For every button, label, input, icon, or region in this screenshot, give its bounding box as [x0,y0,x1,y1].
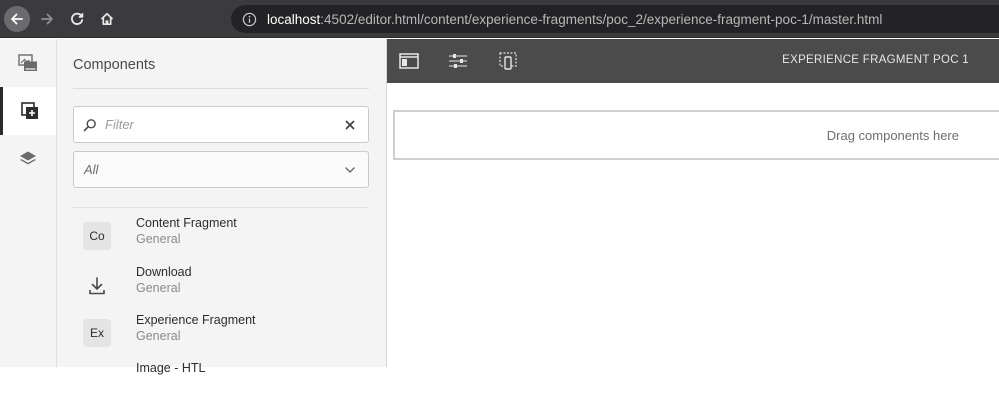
info-icon[interactable] [241,11,257,27]
forward-arrow-icon [41,13,53,25]
drop-zone-placeholder: Drag components here [826,128,959,143]
home-icon [100,12,114,26]
reload-button[interactable] [64,6,90,32]
search-icon [83,118,96,131]
drop-zone[interactable]: Drag components here [393,110,999,160]
editor-canvas: Drag components here [387,83,999,367]
emulator-icon [499,52,517,70]
fragment-title: EXPERIENCE FRAGMENT POC 1 [782,54,969,66]
component-badge: Ex [83,319,111,347]
forward-button[interactable] [34,6,60,32]
assets-icon [18,54,37,71]
component-name: Image - HTL [136,361,206,375]
home-button[interactable] [94,6,120,32]
browser-toolbar: localhost:4502/editor.html/content/exper… [0,0,999,38]
url-path: :4502/editor.html/content/experience-fra… [320,11,883,27]
page-properties-button[interactable] [447,50,469,72]
component-group: General [136,329,181,343]
address-bar[interactable]: localhost:4502/editor.html/content/exper… [231,5,999,33]
component-item-experience-fragment[interactable]: Ex Experience Fragment General [73,311,369,357]
divider [73,207,369,208]
filter-input[interactable] [105,117,325,132]
filter-field[interactable] [73,106,369,143]
components-tab[interactable] [0,87,56,135]
reload-icon [71,12,84,25]
component-name: Content Fragment [136,216,237,230]
content-tree-tab[interactable] [0,135,56,183]
group-select[interactable]: All [73,151,369,188]
url-host: localhost [267,11,321,27]
components-panel: Components All Co Content Fragment Gener… [57,39,387,375]
back-button[interactable] [4,6,30,32]
editor-toolbar: EXPERIENCE FRAGMENT POC 1 [387,39,999,83]
toggle-side-panel-icon [399,53,419,69]
download-icon [89,277,105,295]
group-select-value: All [84,162,99,177]
component-item-content-fragment[interactable]: Co Content Fragment General [73,214,369,260]
page-properties-icon [449,54,467,68]
component-name: Download [136,265,192,279]
layers-icon [20,151,36,165]
side-rail [0,39,57,367]
component-group: General [136,281,181,295]
url-text: localhost:4502/editor.html/content/exper… [267,12,882,27]
close-icon[interactable] [343,118,357,132]
component-item-image[interactable]: Image - HTL [73,359,369,405]
component-badge: Co [83,222,111,250]
component-name: Experience Fragment [136,313,256,327]
components-icon [20,102,38,119]
divider [73,88,369,89]
component-item-download[interactable]: Download General [73,263,369,309]
panel-title: Components [73,57,156,73]
assets-tab[interactable] [0,39,56,87]
chevron-down-icon [345,167,355,173]
toggle-side-panel-button[interactable] [398,50,420,72]
emulator-button[interactable] [497,50,519,72]
back-arrow-icon [11,13,23,25]
component-group: General [136,232,181,246]
